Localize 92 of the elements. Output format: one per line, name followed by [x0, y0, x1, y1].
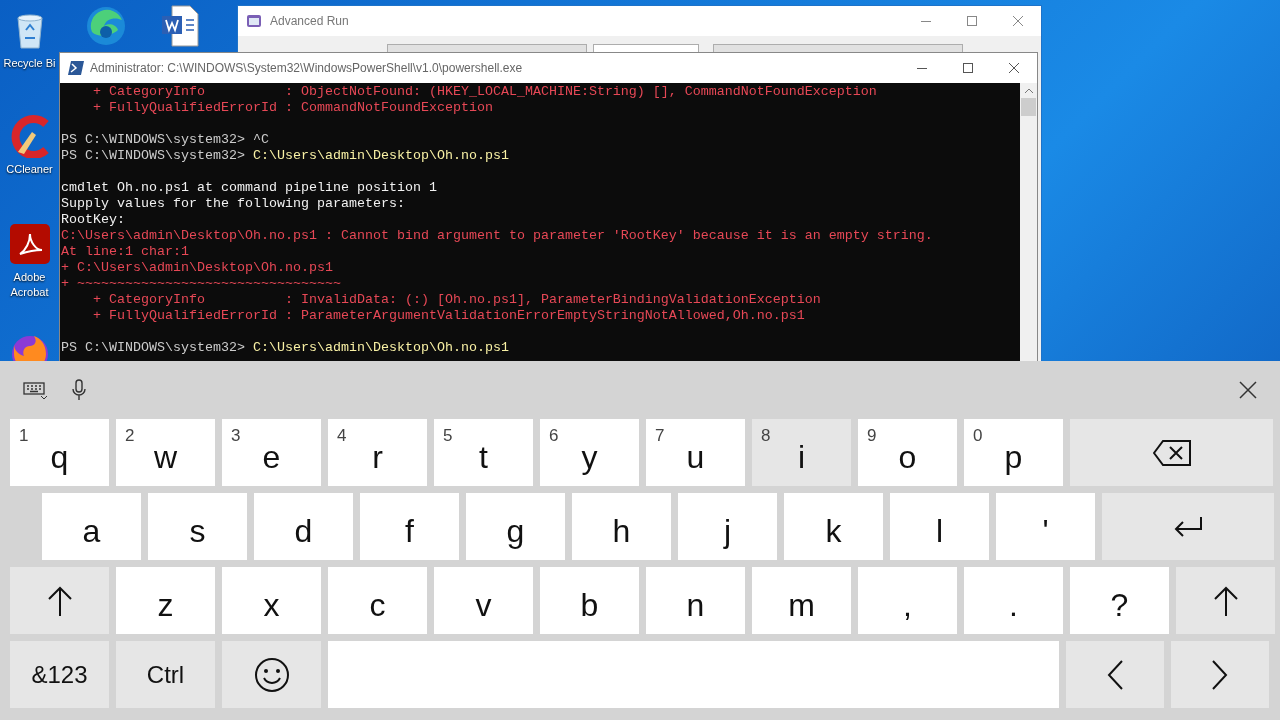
key[interactable]: i 8	[752, 419, 851, 486]
key-hint: 1	[19, 425, 29, 447]
shift-key[interactable]	[10, 567, 109, 634]
command-text: ^C	[252, 132, 269, 147]
key[interactable]: r 4	[328, 419, 427, 486]
key-hint: 6	[549, 425, 559, 447]
input-field[interactable]	[593, 44, 699, 52]
key-hint: 8	[761, 425, 771, 447]
key[interactable]: b	[540, 567, 639, 634]
key[interactable]: f	[360, 493, 459, 560]
key[interactable]: t 5	[434, 419, 533, 486]
key[interactable]: ?	[1070, 567, 1169, 634]
key[interactable]: n	[646, 567, 745, 634]
key[interactable]: w 2	[116, 419, 215, 486]
emoji-icon	[253, 656, 290, 693]
key-hint: 4	[337, 425, 347, 447]
error-text: + FullyQualifiedErrorId : ParameterArgumentValidationErrorEmptyStringNotAllowed,Oh.no.ps1	[92, 308, 805, 323]
scrollbar-thumb[interactable]	[1021, 98, 1036, 116]
emoji-key[interactable]	[222, 641, 321, 708]
microphone-button[interactable]	[70, 378, 88, 402]
output-text: cmdlet Oh.no.ps1 at command pipeline position 1	[61, 180, 437, 195]
key-hint: 2	[125, 425, 135, 447]
error-text: + CategoryInfo : ObjectNotFound: (HKEY_LOCAL_MACHINE:String) [], CommandNotFoundException	[92, 84, 877, 99]
key[interactable]: u 7	[646, 419, 745, 486]
key[interactable]: a	[42, 493, 141, 560]
key[interactable]: ,	[858, 567, 957, 634]
error-text: + FullyQualifiedErrorId : CommandNotFoundException	[92, 100, 493, 115]
key[interactable]: &123	[10, 641, 109, 708]
key[interactable]: g	[466, 493, 565, 560]
scroll-up-icon	[1024, 88, 1033, 93]
close-icon	[1009, 63, 1019, 73]
output-text: RootKey:	[61, 212, 125, 227]
maximize-icon	[963, 63, 973, 73]
shift-icon	[1212, 585, 1239, 616]
key[interactable]: d	[254, 493, 353, 560]
key[interactable]: k	[784, 493, 883, 560]
pdf-app-icon[interactable]	[7, 222, 52, 266]
prompt-text: PS C:\WINDOWS\system32>	[61, 148, 245, 163]
keyboard-icon	[23, 380, 47, 400]
error-text: At line:1 char:1	[61, 244, 189, 259]
minimize-icon	[917, 67, 927, 69]
key[interactable]: c	[328, 567, 427, 634]
enter-icon	[1173, 516, 1203, 537]
key-hint: 0	[973, 425, 983, 447]
key[interactable]: v	[434, 567, 533, 634]
key[interactable]: z	[116, 567, 215, 634]
microphone-icon	[72, 379, 86, 401]
close-keyboard-button[interactable]	[1238, 380, 1258, 400]
output-text: Supply values for the following parameters:	[61, 196, 405, 211]
key[interactable]: q 1	[10, 419, 109, 486]
window-title: Administrator: C:\WINDOWS\System32\WindowsPowerShell\v1.0\powershell.exe	[90, 60, 523, 77]
key-hint: 5	[443, 425, 453, 447]
close-icon	[1013, 16, 1023, 26]
dropdown[interactable]	[387, 44, 587, 52]
shift-key[interactable]	[1176, 567, 1275, 634]
key[interactable]: o 9	[858, 419, 957, 486]
command-text: C:\Users\admin\Desktop\Oh.no.ps1	[252, 340, 509, 355]
app-icon	[246, 13, 262, 29]
backspace-key[interactable]	[1070, 419, 1273, 486]
icon-label: CCleaner	[5, 162, 54, 177]
key[interactable]: x	[222, 567, 321, 634]
key[interactable]: p 0	[964, 419, 1063, 486]
error-text: + ~~~~~~~~~~~~~~~~~~~~~~~~~~~~~~~~~	[61, 276, 341, 291]
key[interactable]: l	[890, 493, 989, 560]
backspace-icon	[1152, 439, 1191, 466]
command-text: C:\Users\admin\Desktop\Oh.no.ps1	[252, 148, 509, 163]
key[interactable]: y 6	[540, 419, 639, 486]
minimize-icon	[921, 20, 931, 22]
powershell-icon	[68, 61, 84, 75]
prompt-text: PS C:\WINDOWS\system32>	[61, 340, 245, 355]
key[interactable]: j	[678, 493, 777, 560]
key-hint: 9	[867, 425, 877, 447]
keyboard-settings-button[interactable]	[22, 379, 48, 401]
key[interactable]: e 3	[222, 419, 321, 486]
error-text: + CategoryInfo : InvalidData: (:) [Oh.no.ps1], ParameterBindingValidationException	[92, 292, 821, 307]
key[interactable]: m	[752, 567, 851, 634]
key-hint: 3	[231, 425, 241, 447]
shift-icon	[46, 585, 73, 616]
key-hint: 7	[655, 425, 665, 447]
key[interactable]: Ctrl	[116, 641, 215, 708]
key[interactable]: s	[148, 493, 247, 560]
error-text: + C:\Users\admin\Desktop\Oh.no.ps1	[61, 260, 333, 275]
prompt-text: PS C:\WINDOWS\system32>	[61, 132, 245, 147]
icon-label: Recycle Bi	[2, 56, 57, 71]
window-title: Advanced Run	[270, 13, 349, 30]
key[interactable]: h	[572, 493, 671, 560]
close-icon	[1239, 381, 1257, 399]
key[interactable]: '	[996, 493, 1095, 560]
icon-label: Adobe Acrobat	[9, 270, 50, 300]
key[interactable]: .	[964, 567, 1063, 634]
maximize-icon	[967, 16, 977, 26]
error-text: C:\Users\admin\Desktop\Oh.no.ps1 : Cannot bind argument to parameter 'RootKey' because it is an empty string.	[61, 228, 933, 243]
